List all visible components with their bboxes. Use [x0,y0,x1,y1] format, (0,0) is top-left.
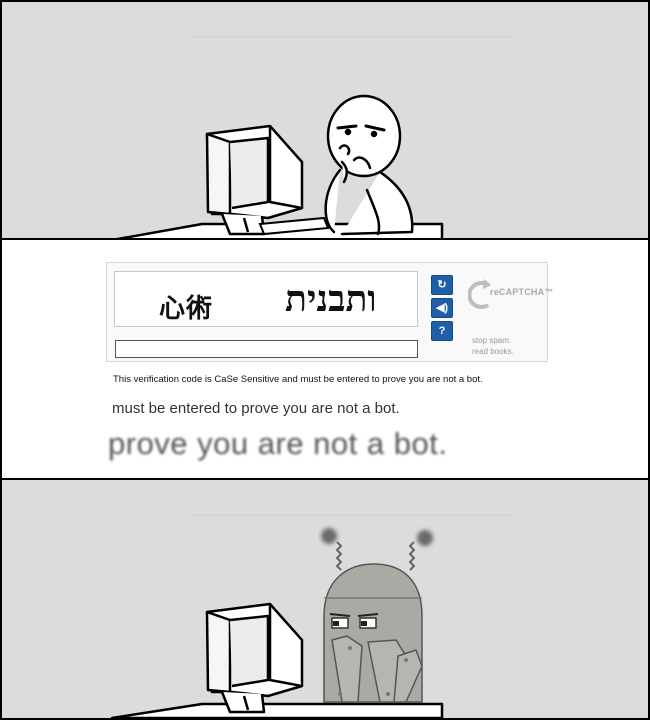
panel-robot-at-computer [2,480,648,718]
help-icon[interactable]: ? [431,321,453,341]
captcha-word-left: 心術 [159,294,214,324]
robot-at-computer-drawing [110,514,512,718]
antenna-ball-right [417,530,433,546]
computer-monitor [205,602,304,714]
captcha-image: 心術 ותבנית [114,271,418,327]
captcha-controls: ↻ ◀) ? [431,275,455,344]
robot [321,528,433,703]
antenna-ball-left [321,528,337,544]
recaptcha-logo-text: reCAPTCHA™ [490,287,554,297]
recaptcha-logo: reCAPTCHA™ [467,277,553,313]
caption-medium: must be entered to prove you are not a b… [112,400,400,417]
recaptcha-arrow-icon [467,279,491,309]
captcha-word-right: ותבנית [285,278,377,320]
refresh-icon[interactable]: ↻ [431,275,453,295]
recaptcha-tagline-2: read books. [472,347,514,356]
caption-small: This verification code is CaSe Sensitive… [113,374,483,385]
recaptcha-tagline-1: stop spam. [472,336,512,345]
person [324,94,414,236]
audio-icon[interactable]: ◀) [431,298,453,318]
caption-large: prove you are not a bot. [108,426,448,461]
panel-man-at-computer [2,2,648,238]
computer-monitor [205,124,304,236]
recaptcha-widget: 心術 ותבנית ↻ ◀) ? reCAPTCHA™ stop spam. r… [106,262,553,362]
rage-comic: 心術 ותבנית ↻ ◀) ? reCAPTCHA™ stop spam. r… [0,0,650,720]
panel-recaptcha: 心術 ותבנית ↻ ◀) ? reCAPTCHA™ stop spam. r… [2,240,648,478]
desk [110,702,444,718]
captcha-response-input[interactable] [115,340,418,358]
man-at-computer-drawing [116,36,512,238]
